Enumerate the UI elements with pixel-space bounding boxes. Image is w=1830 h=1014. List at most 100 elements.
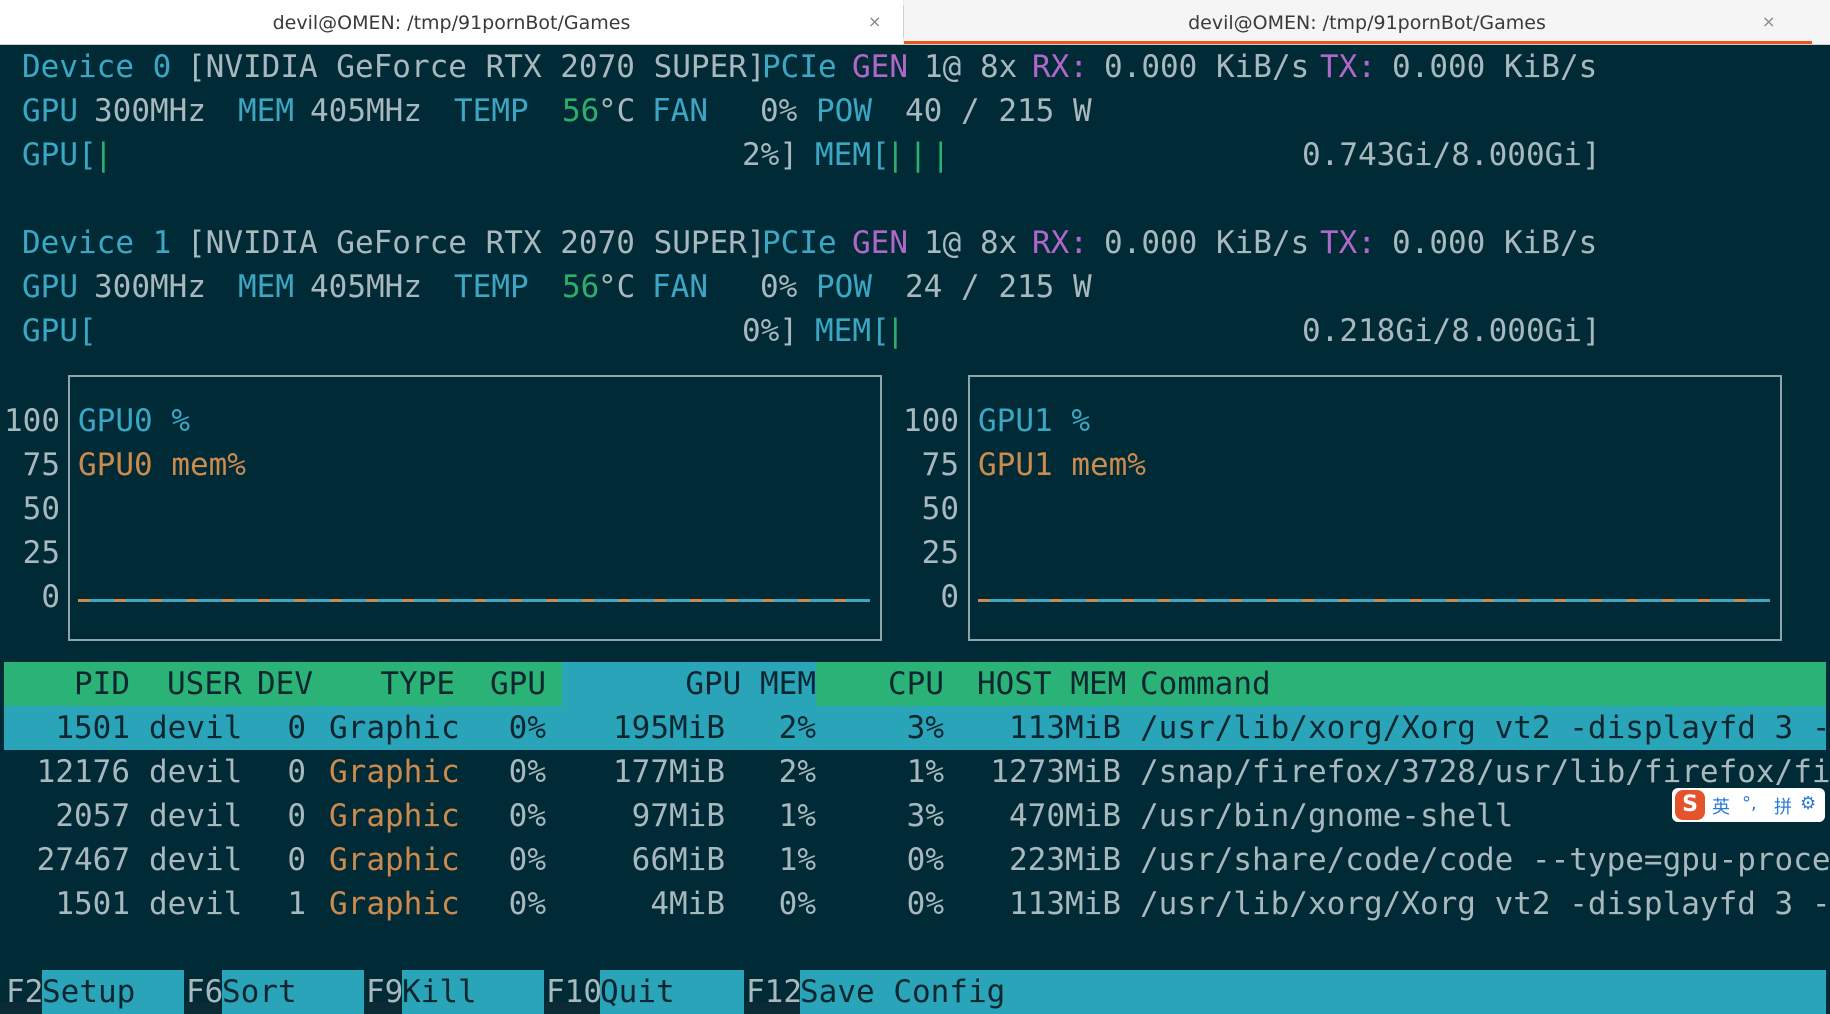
save-config-button[interactable]: Save Config	[800, 970, 1826, 1014]
f10-key: F10	[546, 974, 602, 1010]
kill-button[interactable]: Kill	[402, 970, 544, 1014]
rx-label: RX:	[1032, 225, 1088, 261]
y-tick: 0	[940, 579, 959, 615]
cell-command: /usr/bin/gnome-shell	[1140, 798, 1514, 834]
tx-label: TX:	[1320, 225, 1376, 261]
mem-clock: 405MHz	[310, 269, 422, 305]
cell-gpu-mem-pct: 0%	[778, 886, 816, 922]
power-label: POW	[816, 269, 872, 305]
y-tick: 100	[4, 403, 60, 439]
rx-label: RX:	[1032, 49, 1088, 85]
col-user[interactable]: USER	[167, 662, 242, 706]
cell-gpu-mem: 66MiB	[631, 842, 725, 878]
tx-value: 0.000 KiB/s	[1392, 49, 1598, 85]
legend-gpu-util: GPU1 %	[978, 403, 1090, 439]
temp-value: 56	[562, 93, 600, 129]
cell-gpu-mem: 97MiB	[631, 798, 725, 834]
close-icon[interactable]: ×	[868, 12, 881, 31]
active-tab-indicator	[904, 41, 1812, 44]
fan-label: FAN	[652, 93, 708, 129]
y-tick: 75	[921, 447, 959, 483]
cell-gpu-mem-pct: 2%	[778, 710, 816, 746]
rx-value: 0.000 KiB/s	[1104, 49, 1310, 85]
device-label: Device 1	[22, 225, 172, 261]
y-tick: 50	[22, 491, 60, 527]
col-pid[interactable]: PID	[30, 662, 130, 706]
cell-gpu: 0%	[508, 842, 546, 878]
cell-gpu-mem: 195MiB	[613, 710, 725, 746]
cell-pid: 1501	[55, 710, 130, 746]
gpu-util-bar: |	[94, 137, 117, 173]
tx-label: TX:	[1320, 49, 1376, 85]
cell-dev: 0	[287, 754, 306, 790]
sort-button[interactable]: Sort	[222, 970, 364, 1014]
cell-host-mem: 113MiB	[1009, 710, 1121, 746]
terminal-tab-1[interactable]: devil@OMEN: /tmp/91pornBot/Games ×	[0, 0, 903, 44]
f9-key: F9	[366, 974, 404, 1010]
power-value: 40 / 215 W	[905, 93, 1092, 129]
legend-gpu-util: GPU0 %	[78, 403, 190, 439]
cell-command: /usr/share/code/code --type=gpu-proces	[1140, 842, 1830, 878]
f6-key: F6	[186, 974, 224, 1010]
cell-gpu: 0%	[508, 710, 546, 746]
mem-usage-value: 0.743Gi/8.000Gi]	[1302, 137, 1601, 173]
cell-cpu: 0%	[906, 842, 944, 878]
f2-key: F2	[6, 974, 44, 1010]
mem-usage-label: MEM[	[815, 313, 890, 349]
col-cpu[interactable]: CPU	[840, 662, 944, 706]
device-name: [NVIDIA GeForce RTX 2070 SUPER]	[187, 49, 766, 85]
gpu-util-value: 0%]	[742, 313, 798, 349]
temp-unit: °C	[598, 93, 636, 129]
ime-mode[interactable]: 拼	[1774, 793, 1792, 819]
cell-pid: 27467	[36, 842, 130, 878]
cell-gpu-mem-pct: 1%	[778, 798, 816, 834]
cell-gpu-mem: 177MiB	[613, 754, 725, 790]
cell-host-mem: 1273MiB	[990, 754, 1121, 790]
col-host-mem[interactable]: HOST MEM	[977, 662, 1126, 706]
col-dev[interactable]: DEV	[257, 662, 313, 706]
col-gpu[interactable]: GPU	[470, 662, 546, 706]
setup-button[interactable]: Setup	[42, 970, 184, 1014]
col-type[interactable]: TYPE	[340, 662, 455, 706]
y-tick: 75	[22, 447, 60, 483]
temp-label: TEMP	[454, 269, 529, 305]
tab-bar: devil@OMEN: /tmp/91pornBot/Games × devil…	[0, 0, 1830, 45]
close-icon[interactable]: ×	[1762, 12, 1775, 31]
cell-user: devil	[149, 798, 243, 834]
gpu-clock-label: GPU	[22, 269, 78, 305]
temp-label: TEMP	[454, 93, 529, 129]
cell-type: Graphic	[329, 842, 460, 878]
gpu-mem-series-line	[978, 599, 1770, 602]
col-command[interactable]: Command	[1140, 662, 1271, 706]
y-tick: 50	[921, 491, 959, 527]
cell-cpu: 3%	[906, 710, 944, 746]
gen-label: GEN	[852, 49, 908, 85]
power-label: POW	[816, 93, 872, 129]
col-gpu-mem[interactable]: GPU MEM	[600, 662, 816, 706]
quit-button[interactable]: Quit	[600, 970, 744, 1014]
cell-gpu-mem: 4MiB	[650, 886, 725, 922]
cell-dev: 0	[287, 710, 306, 746]
cell-gpu: 0%	[508, 886, 546, 922]
cell-type: Graphic	[329, 754, 460, 790]
tab-title: devil@OMEN: /tmp/91pornBot/Games	[1188, 12, 1546, 34]
device-1-usage: GPU[ 0%] MEM[ | 0.218Gi/8.000Gi]	[0, 309, 1601, 353]
cell-gpu: 0%	[508, 798, 546, 834]
gpu-mem-series-line	[78, 599, 870, 602]
gear-icon[interactable]: ⚙	[1800, 793, 1816, 814]
sogou-logo-icon[interactable]: S	[1675, 790, 1705, 820]
cell-user: devil	[149, 886, 243, 922]
cell-host-mem: 113MiB	[1009, 886, 1121, 922]
terminal-tab-2-active[interactable]: devil@OMEN: /tmp/91pornBot/Games ×	[904, 0, 1830, 44]
ime-language[interactable]: 英	[1712, 793, 1730, 819]
nvtop-terminal[interactable]: Device 0 [NVIDIA GeForce RTX 2070 SUPER]…	[0, 45, 1830, 1014]
cell-dev: 0	[287, 842, 306, 878]
mem-usage-bar: |||	[886, 137, 954, 173]
gpu-util-label: GPU[	[22, 137, 97, 173]
power-value: 24 / 215 W	[905, 269, 1092, 305]
gen-value: 1@ 8x	[924, 49, 1018, 85]
cell-gpu-mem-pct: 1%	[778, 842, 816, 878]
device-1-header: Device 1 [NVIDIA GeForce RTX 2070 SUPER]…	[0, 221, 1597, 265]
ime-toolbar[interactable]: S 英 °, 拼 ⚙	[1672, 788, 1825, 822]
ime-punctuation[interactable]: °,	[1742, 793, 1757, 814]
